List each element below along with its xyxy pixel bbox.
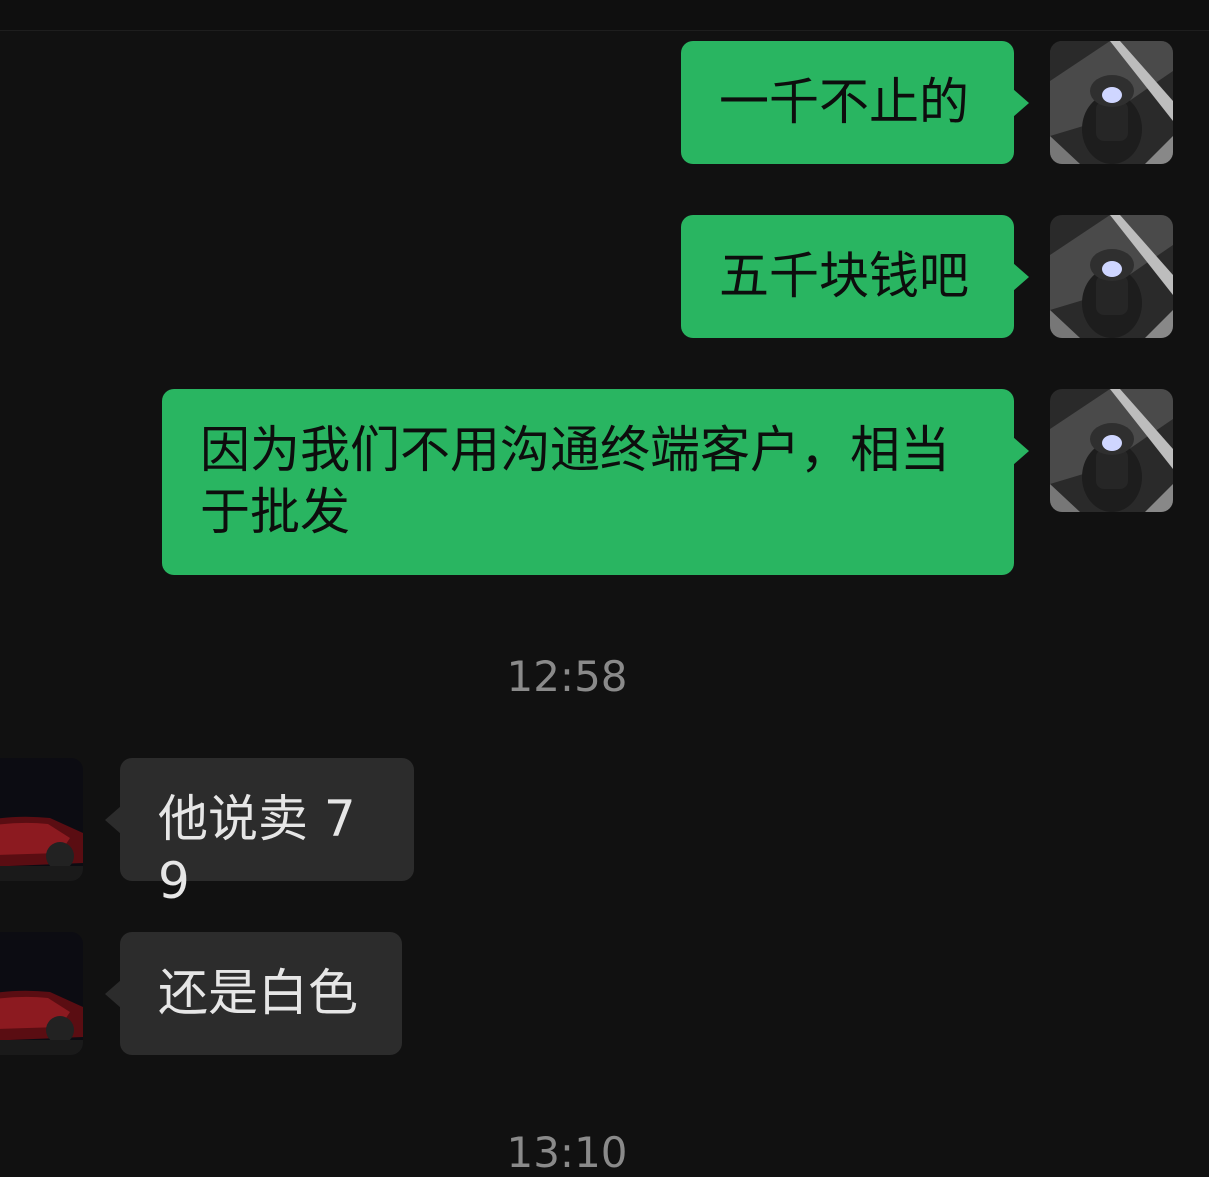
message-text: 一千不止的 [719,73,969,131]
incoming-message-bubble[interactable]: 他说卖 79 [105,758,414,910]
message-text: 他说卖 79 [158,790,356,910]
outgoing-message-bubble[interactable]: 一千不止的 [681,41,1029,164]
outgoing-message-bubble[interactable]: 因为我们不用沟通终端客户，相当于批发 [162,389,1029,575]
gear-shifter-icon [1050,215,1173,338]
red-car-icon [0,932,83,1055]
self-avatar[interactable] [1050,389,1173,512]
gear-shifter-icon [1050,41,1173,164]
chat-top-bar [0,0,1209,31]
outgoing-message-bubble[interactable]: 五千块钱吧 [681,215,1029,338]
gear-shifter-icon [1050,389,1173,512]
message-text: 五千块钱吧 [719,247,969,305]
contact-avatar[interactable] [0,758,83,881]
self-avatar[interactable] [1050,41,1173,164]
message-timestamp: 13:10 [506,1128,628,1177]
red-car-icon [0,758,83,881]
self-avatar[interactable] [1050,215,1173,338]
message-text: 还是白色 [158,964,358,1022]
message-text: 因为我们不用沟通终端客户，相当于批发 [200,421,950,541]
message-timestamp: 12:58 [506,652,628,701]
contact-avatar[interactable] [0,932,83,1055]
incoming-message-bubble[interactable]: 还是白色 [105,932,402,1055]
